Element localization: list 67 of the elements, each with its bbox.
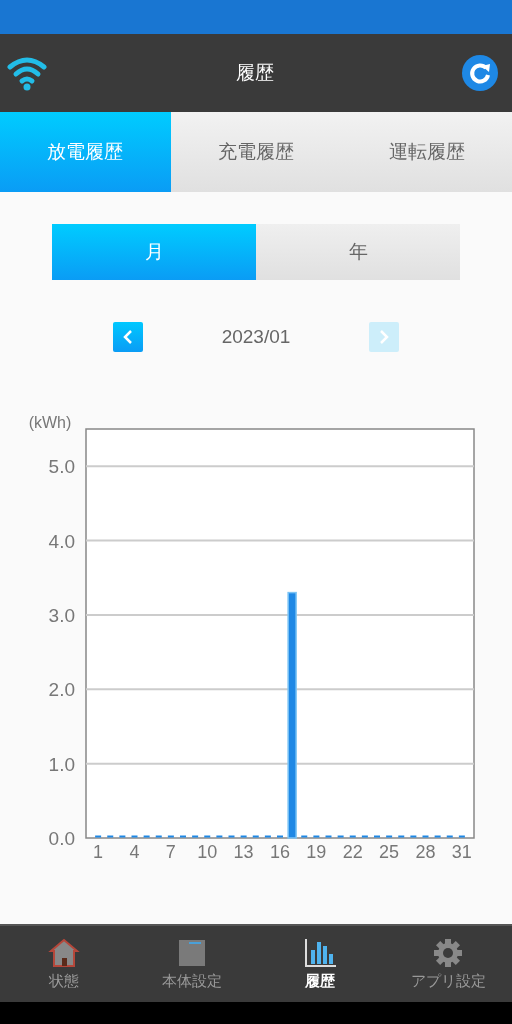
bar	[301, 835, 308, 838]
bar	[422, 835, 429, 838]
bar	[167, 835, 174, 838]
settings-icon	[431, 937, 465, 968]
wifi-icon[interactable]	[6, 54, 48, 92]
bar	[155, 835, 162, 838]
date-label: 2023/01	[221, 326, 291, 348]
nav-item[interactable]: 本体設定	[128, 926, 256, 1002]
bar-chart-icon	[303, 937, 337, 968]
y-tick-label: 2.0	[48, 679, 75, 701]
bar	[446, 835, 453, 838]
bar	[410, 835, 417, 838]
nav-item[interactable]: 履歴	[256, 926, 384, 1002]
bar	[386, 835, 393, 838]
bar	[204, 835, 211, 838]
bar	[325, 835, 332, 838]
bar	[143, 835, 150, 838]
bar	[434, 835, 441, 838]
bar	[252, 835, 259, 838]
x-tick-label: 1	[93, 842, 104, 862]
bar	[313, 835, 320, 838]
bar	[119, 835, 126, 838]
period-toggle[interactable]: 月	[52, 224, 256, 280]
x-tick-label: 7	[165, 842, 176, 862]
house-icon	[47, 937, 81, 968]
x-tick-label: 10	[197, 842, 218, 862]
chevron-right-icon	[377, 329, 391, 345]
bar	[192, 835, 199, 838]
y-tick-label: 3.0	[48, 604, 75, 626]
bar	[398, 835, 405, 838]
bar	[228, 835, 235, 838]
y-tick-label: 0.0	[48, 828, 75, 849]
refresh-icon[interactable]	[462, 55, 498, 91]
previous-button[interactable]	[113, 322, 143, 352]
y-tick-label: 1.0	[48, 753, 75, 775]
bar	[458, 835, 465, 838]
x-tick-label: 31	[451, 842, 472, 862]
period-toggle[interactable]: 年	[256, 224, 460, 280]
x-tick-label: 22	[342, 842, 363, 862]
bar	[349, 835, 356, 838]
bar	[180, 835, 186, 838]
bar	[374, 835, 380, 838]
screen-title: 履歴	[236, 60, 274, 85]
axis-unit-label: (kWh)	[28, 414, 72, 431]
bar	[361, 835, 368, 838]
bar	[216, 835, 223, 838]
nav-item[interactable]: アプリ設定	[384, 926, 512, 1002]
bar	[240, 835, 247, 838]
tab[interactable]: 放電履歴	[0, 112, 171, 192]
chevron-left-icon	[121, 329, 135, 345]
x-tick-label: 4	[129, 842, 140, 862]
x-tick-label: 19	[306, 842, 327, 862]
nav-item[interactable]: 状態	[0, 926, 128, 1002]
y-tick-label: 4.0	[48, 530, 75, 552]
x-tick-label: 13	[233, 842, 254, 862]
x-tick-label: 28	[415, 842, 436, 862]
tab[interactable]: 充電履歴	[170, 112, 342, 192]
bar	[277, 835, 283, 838]
bar	[337, 835, 344, 838]
x-tick-label: 16	[270, 842, 290, 862]
bar	[107, 835, 114, 838]
bar	[131, 835, 138, 838]
bar	[264, 835, 271, 838]
y-tick-label: 5.0	[48, 456, 75, 478]
x-tick-label: 25	[379, 842, 400, 862]
bar	[95, 835, 102, 838]
tab[interactable]: 運転履歴	[341, 112, 512, 192]
